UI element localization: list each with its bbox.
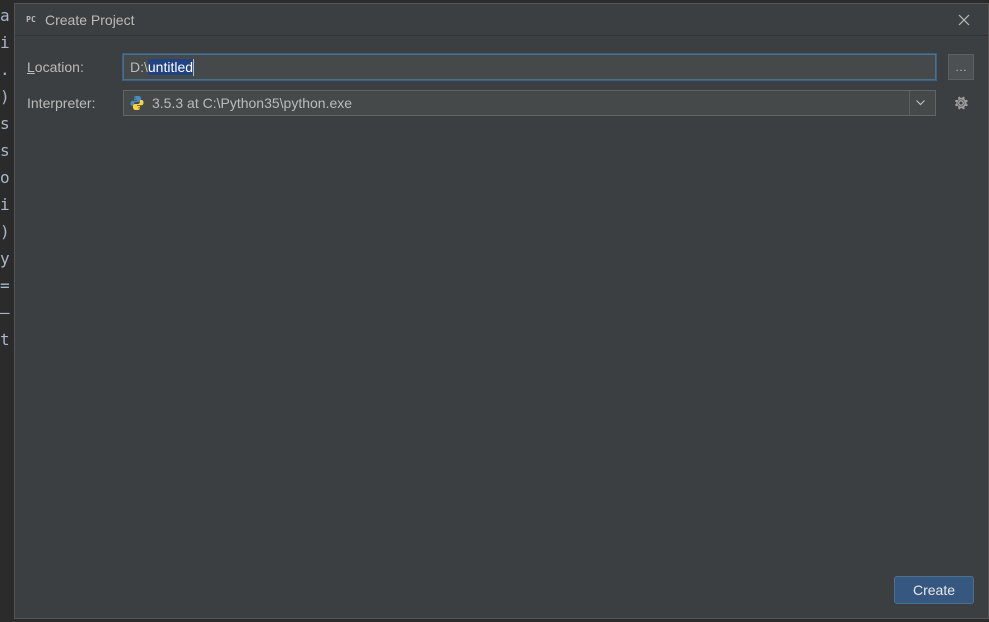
dialog-content: Location: D:\untitled … Interpreter: 3: [15, 36, 988, 566]
create-project-dialog: PC Create Project Location: D:\untitled …: [14, 3, 989, 619]
create-button[interactable]: Create: [894, 576, 974, 604]
location-value-selected: untitled: [148, 59, 193, 75]
ellipsis-icon: …: [955, 60, 967, 74]
python-icon: [128, 94, 146, 112]
dropdown-arrow[interactable]: [909, 91, 931, 115]
browse-location-button[interactable]: …: [948, 54, 974, 80]
interpreter-settings-button[interactable]: [948, 90, 974, 116]
interpreter-select[interactable]: 3.5.3 at C:\Python35\python.exe: [123, 90, 936, 116]
close-icon: [958, 14, 970, 26]
gear-icon: [953, 95, 969, 111]
location-row: Location: D:\untitled …: [27, 54, 974, 80]
chevron-down-icon: [916, 100, 925, 106]
dialog-footer: Create: [15, 566, 988, 618]
interpreter-label: Interpreter:: [27, 95, 111, 111]
dialog-title: Create Project: [45, 12, 948, 28]
interpreter-row: Interpreter: 3.5.3 at C:\Python35\python…: [27, 90, 974, 116]
location-label: Location:: [27, 59, 111, 75]
interpreter-selected-value: 3.5.3 at C:\Python35\python.exe: [152, 95, 905, 111]
pycharm-icon: PC: [23, 12, 39, 28]
close-button[interactable]: [948, 6, 980, 34]
location-value-prefix: D:\: [130, 59, 148, 75]
location-input-wrapper[interactable]: D:\untitled: [123, 54, 936, 80]
text-caret: [193, 59, 194, 76]
background-editor-fragment: a i.)ssoi)y=—t: [0, 0, 14, 622]
dialog-titlebar: PC Create Project: [15, 4, 988, 36]
location-input[interactable]: D:\untitled: [123, 54, 936, 80]
